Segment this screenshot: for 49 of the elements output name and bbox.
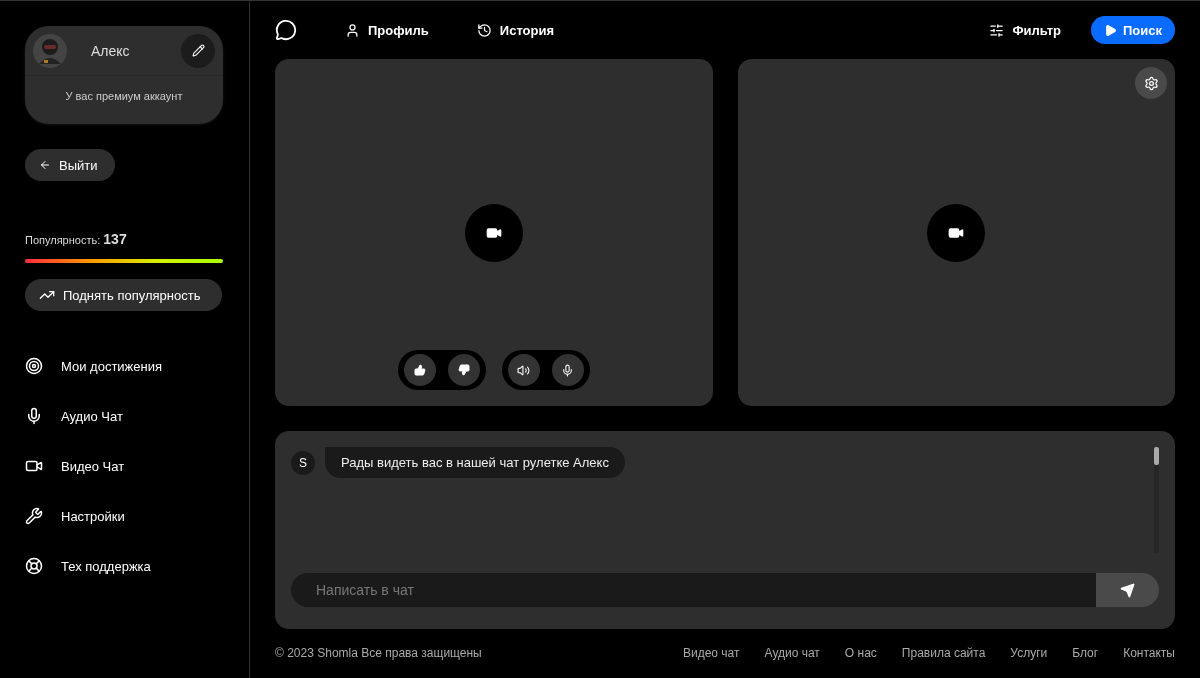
search-button[interactable]: Поиск bbox=[1091, 16, 1175, 44]
microphone-icon bbox=[25, 407, 43, 425]
account-status: У вас премиум аккаунт bbox=[64, 90, 184, 102]
settings-button[interactable] bbox=[1135, 67, 1167, 99]
user-name: Алекс bbox=[90, 42, 131, 59]
popularity-label: Популярность: 137 bbox=[25, 231, 128, 247]
footer-link[interactable]: Аудио чат bbox=[764, 645, 820, 660]
nav-link[interactable]: Профиль bbox=[345, 22, 429, 38]
sliders-icon bbox=[989, 22, 1005, 38]
filter-button[interactable]: Фильтр bbox=[989, 22, 1061, 38]
logout-button[interactable]: Выйти bbox=[25, 149, 115, 181]
chat-message: Рады видеть вас в нашей чат рулетке Алекс bbox=[325, 447, 625, 478]
microphone-button[interactable] bbox=[551, 354, 584, 386]
boost-popularity-button[interactable]: Поднять популярность bbox=[25, 279, 222, 311]
volume-button[interactable] bbox=[507, 354, 540, 386]
like-button[interactable] bbox=[403, 354, 436, 386]
user-icon bbox=[345, 22, 360, 38]
send-button[interactable] bbox=[1096, 573, 1159, 607]
lifebuoy-icon bbox=[25, 557, 43, 575]
footer-link[interactable]: Блог bbox=[1072, 645, 1099, 660]
arrow-left-icon bbox=[39, 159, 51, 171]
chat-input-field[interactable]: Написать в чат bbox=[291, 573, 1096, 607]
send-icon bbox=[1120, 582, 1135, 598]
footer-link[interactable]: Видео чат bbox=[682, 645, 740, 660]
target-icon bbox=[25, 357, 43, 375]
thumbs-up-icon bbox=[413, 364, 426, 376]
thumbs-down-icon bbox=[457, 364, 470, 376]
wrench-icon bbox=[25, 507, 43, 525]
sidebar-item[interactable]: Видео Чат bbox=[25, 455, 224, 477]
history-icon bbox=[476, 22, 492, 38]
logo-icon bbox=[275, 19, 297, 41]
sidebar-item[interactable]: Тех поддержка bbox=[25, 555, 224, 577]
dislike-button[interactable] bbox=[447, 354, 480, 386]
sidebar-item[interactable]: Настройки bbox=[25, 505, 224, 527]
sidebar-item[interactable]: Мои достижения bbox=[25, 355, 224, 377]
settings-icon bbox=[1143, 75, 1159, 91]
footer-link[interactable]: Контакты bbox=[1123, 645, 1175, 660]
nav-link[interactable]: История bbox=[476, 22, 555, 38]
edit-button[interactable] bbox=[181, 33, 215, 68]
speaker-icon bbox=[517, 363, 531, 377]
play-icon bbox=[1104, 23, 1117, 37]
sidebar-item[interactable]: Аудио Чат bbox=[25, 405, 224, 427]
footer-link[interactable]: О нас bbox=[844, 645, 877, 660]
footer-link[interactable]: Правила сайта bbox=[901, 645, 986, 660]
copyright-text: © 2023 Shomla Все права защищены bbox=[275, 645, 483, 660]
pencil-icon bbox=[191, 44, 205, 57]
microphone-icon bbox=[561, 363, 575, 377]
sender-avatar: S bbox=[291, 450, 315, 475]
footer-link[interactable]: Услуги bbox=[1010, 645, 1048, 660]
